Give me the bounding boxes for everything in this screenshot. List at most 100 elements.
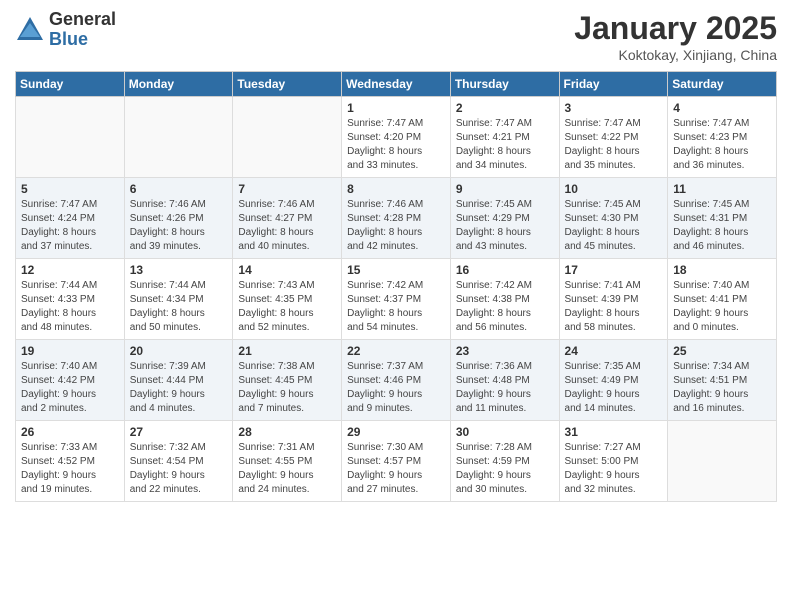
logo-icon xyxy=(15,15,45,45)
table-row: 29 Sunrise: 7:30 AM Sunset: 4:57 PM Dayli… xyxy=(342,421,451,502)
table-row xyxy=(124,97,233,178)
table-row: 17 Sunrise: 7:41 AM Sunset: 4:39 PM Dayli… xyxy=(559,259,668,340)
table-row: 16 Sunrise: 7:42 AM Sunset: 4:38 PM Dayli… xyxy=(450,259,559,340)
day-number: 23 xyxy=(456,344,554,358)
calendar-week-row: 12 Sunrise: 7:44 AM Sunset: 4:33 PM Dayli… xyxy=(16,259,777,340)
table-row: 12 Sunrise: 7:44 AM Sunset: 4:33 PM Dayli… xyxy=(16,259,125,340)
table-row xyxy=(16,97,125,178)
table-row: 27Sunrise: 7:32 AM Sunset: 4:54 PM Dayli… xyxy=(124,421,233,502)
day-number: 17 xyxy=(565,263,663,277)
table-row: 6 Sunrise: 7:46 AM Sunset: 4:26 PM Daylig… xyxy=(124,178,233,259)
logo: General Blue xyxy=(15,10,116,50)
day-info: Sunrise: 7:45 AM Sunset: 4:30 PM Dayligh… xyxy=(565,198,663,254)
day-info: Sunrise: 7:28 AM Sunset: 4:59 PM Dayligh… xyxy=(456,441,554,497)
weekday-header-row: Sunday Monday Tuesday Wednesday Thursday… xyxy=(16,72,777,97)
calendar-table: Sunday Monday Tuesday Wednesday Thursday… xyxy=(15,71,777,502)
day-info: Sunrise: 7:47 AM Sunset: 4:20 PM Dayligh… xyxy=(347,117,445,173)
day-info: Sunrise: 7:42 AM Sunset: 4:37 PM Dayligh… xyxy=(347,279,445,335)
day-number: 4 xyxy=(673,101,771,115)
table-row: 2Sunrise: 7:47 AM Sunset: 4:21 PM Daylig… xyxy=(450,97,559,178)
table-row: 13Sunrise: 7:44 AM Sunset: 4:34 PM Dayli… xyxy=(124,259,233,340)
table-row: 26 Sunrise: 7:33 AM Sunset: 4:52 PM Dayli… xyxy=(16,421,125,502)
day-number: 28 xyxy=(238,425,336,439)
day-info: Sunrise: 7:46 AM Sunset: 4:26 PM Dayligh… xyxy=(130,198,228,254)
day-info: Sunrise: 7:36 AM Sunset: 4:48 PM Dayligh… xyxy=(456,360,554,416)
day-info: Sunrise: 7:47 AM Sunset: 4:23 PM Dayligh… xyxy=(673,117,771,173)
day-number: 22 xyxy=(347,344,445,358)
table-row: 19Sunrise: 7:40 AM Sunset: 4:42 PM Dayli… xyxy=(16,340,125,421)
day-info: Sunrise: 7:35 AM Sunset: 4:49 PM Dayligh… xyxy=(565,360,663,416)
table-row: 21Sunrise: 7:38 AM Sunset: 4:45 PM Dayli… xyxy=(233,340,342,421)
day-info: Sunrise: 7:37 AM Sunset: 4:46 PM Dayligh… xyxy=(347,360,445,416)
header-tuesday: Tuesday xyxy=(233,72,342,97)
day-number: 13 xyxy=(130,263,228,277)
header: General Blue January 2025 Koktokay, Xinj… xyxy=(15,10,777,63)
table-row: 30 Sunrise: 7:28 AM Sunset: 4:59 PM Dayli… xyxy=(450,421,559,502)
day-number: 30 xyxy=(456,425,554,439)
day-info: Sunrise: 7:43 AM Sunset: 4:35 PM Dayligh… xyxy=(238,279,336,335)
table-row: 18 Sunrise: 7:40 AM Sunset: 4:41 PM Dayli… xyxy=(668,259,777,340)
day-number: 6 xyxy=(130,182,228,196)
day-number: 18 xyxy=(673,263,771,277)
calendar-week-row: 19Sunrise: 7:40 AM Sunset: 4:42 PM Dayli… xyxy=(16,340,777,421)
day-number: 9 xyxy=(456,182,554,196)
table-row: 11Sunrise: 7:45 AM Sunset: 4:31 PM Dayli… xyxy=(668,178,777,259)
day-number: 29 xyxy=(347,425,445,439)
day-number: 2 xyxy=(456,101,554,115)
day-info: Sunrise: 7:39 AM Sunset: 4:44 PM Dayligh… xyxy=(130,360,228,416)
day-info: Sunrise: 7:44 AM Sunset: 4:33 PM Dayligh… xyxy=(21,279,119,335)
month-title: January 2025 xyxy=(574,10,777,47)
table-row: 14 Sunrise: 7:43 AM Sunset: 4:35 PM Dayli… xyxy=(233,259,342,340)
day-info: Sunrise: 7:34 AM Sunset: 4:51 PM Dayligh… xyxy=(673,360,771,416)
table-row xyxy=(668,421,777,502)
header-saturday: Saturday xyxy=(668,72,777,97)
header-thursday: Thursday xyxy=(450,72,559,97)
day-info: Sunrise: 7:41 AM Sunset: 4:39 PM Dayligh… xyxy=(565,279,663,335)
day-info: Sunrise: 7:40 AM Sunset: 4:41 PM Dayligh… xyxy=(673,279,771,335)
calendar-container: General Blue January 2025 Koktokay, Xinj… xyxy=(0,0,792,507)
table-row: 7Sunrise: 7:46 AM Sunset: 4:27 PM Daylig… xyxy=(233,178,342,259)
table-row: 10Sunrise: 7:45 AM Sunset: 4:30 PM Dayli… xyxy=(559,178,668,259)
table-row: 23 Sunrise: 7:36 AM Sunset: 4:48 PM Dayli… xyxy=(450,340,559,421)
day-info: Sunrise: 7:30 AM Sunset: 4:57 PM Dayligh… xyxy=(347,441,445,497)
day-number: 1 xyxy=(347,101,445,115)
table-row: 4 Sunrise: 7:47 AM Sunset: 4:23 PM Daylig… xyxy=(668,97,777,178)
logo-text: General Blue xyxy=(49,10,116,50)
day-number: 19 xyxy=(21,344,119,358)
day-number: 16 xyxy=(456,263,554,277)
day-number: 15 xyxy=(347,263,445,277)
header-wednesday: Wednesday xyxy=(342,72,451,97)
header-sunday: Sunday xyxy=(16,72,125,97)
day-info: Sunrise: 7:38 AM Sunset: 4:45 PM Dayligh… xyxy=(238,360,336,416)
table-row: 5Sunrise: 7:47 AM Sunset: 4:24 PM Daylig… xyxy=(16,178,125,259)
day-info: Sunrise: 7:31 AM Sunset: 4:55 PM Dayligh… xyxy=(238,441,336,497)
logo-general: General xyxy=(49,10,116,30)
day-number: 20 xyxy=(130,344,228,358)
day-info: Sunrise: 7:33 AM Sunset: 4:52 PM Dayligh… xyxy=(21,441,119,497)
day-info: Sunrise: 7:46 AM Sunset: 4:28 PM Dayligh… xyxy=(347,198,445,254)
table-row: 1 Sunrise: 7:47 AM Sunset: 4:20 PM Daylig… xyxy=(342,97,451,178)
day-number: 24 xyxy=(565,344,663,358)
table-row: 3Sunrise: 7:47 AM Sunset: 4:22 PM Daylig… xyxy=(559,97,668,178)
day-info: Sunrise: 7:42 AM Sunset: 4:38 PM Dayligh… xyxy=(456,279,554,335)
day-info: Sunrise: 7:27 AM Sunset: 5:00 PM Dayligh… xyxy=(565,441,663,497)
table-row xyxy=(233,97,342,178)
table-row: 25Sunrise: 7:34 AM Sunset: 4:51 PM Dayli… xyxy=(668,340,777,421)
table-row: 22 Sunrise: 7:37 AM Sunset: 4:46 PM Dayli… xyxy=(342,340,451,421)
table-row: 15 Sunrise: 7:42 AM Sunset: 4:37 PM Dayli… xyxy=(342,259,451,340)
logo-blue: Blue xyxy=(49,30,116,50)
header-monday: Monday xyxy=(124,72,233,97)
table-row: 8Sunrise: 7:46 AM Sunset: 4:28 PM Daylig… xyxy=(342,178,451,259)
location: Koktokay, Xinjiang, China xyxy=(574,47,777,63)
day-number: 14 xyxy=(238,263,336,277)
day-number: 12 xyxy=(21,263,119,277)
calendar-week-row: 26 Sunrise: 7:33 AM Sunset: 4:52 PM Dayli… xyxy=(16,421,777,502)
calendar-week-row: 5Sunrise: 7:47 AM Sunset: 4:24 PM Daylig… xyxy=(16,178,777,259)
day-number: 11 xyxy=(673,182,771,196)
day-info: Sunrise: 7:47 AM Sunset: 4:22 PM Dayligh… xyxy=(565,117,663,173)
day-info: Sunrise: 7:47 AM Sunset: 4:24 PM Dayligh… xyxy=(21,198,119,254)
day-number: 31 xyxy=(565,425,663,439)
day-number: 7 xyxy=(238,182,336,196)
day-number: 26 xyxy=(21,425,119,439)
table-row: 28 Sunrise: 7:31 AM Sunset: 4:55 PM Dayli… xyxy=(233,421,342,502)
